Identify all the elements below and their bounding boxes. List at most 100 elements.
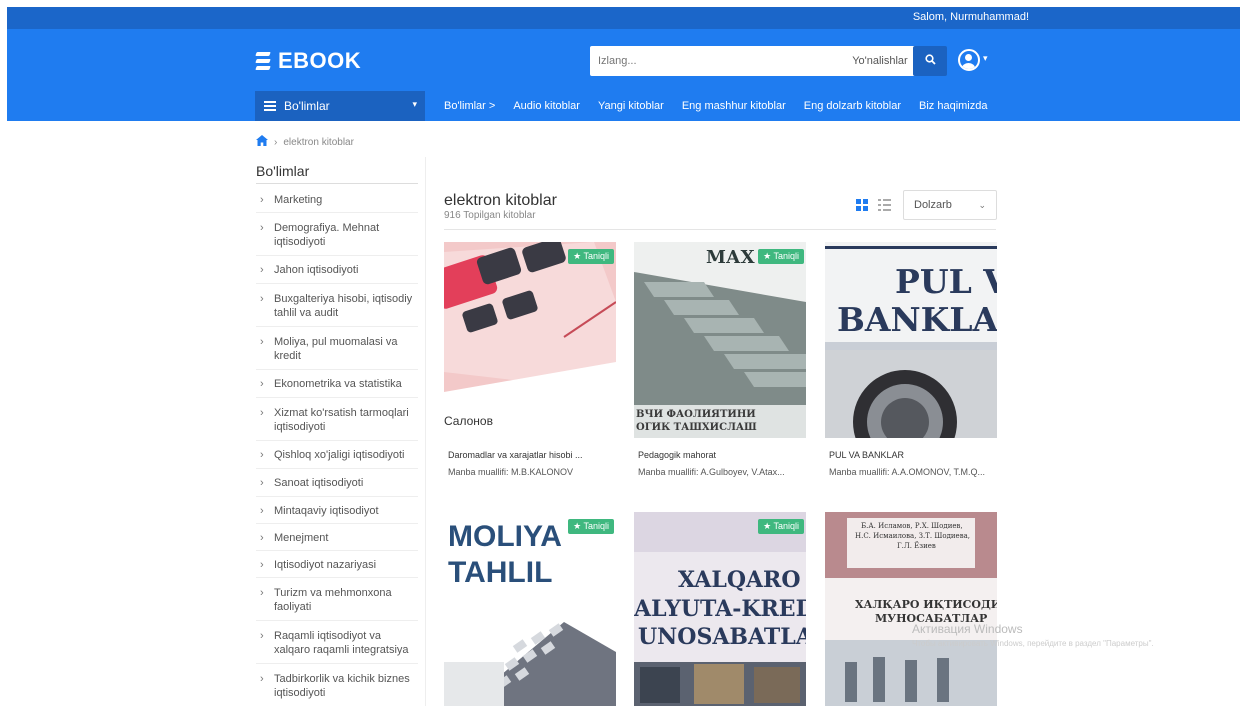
sidebar-item-buxgalteriya[interactable]: › Buxgalteriya hisobi, iqtisodiy tahlil v… (256, 284, 418, 327)
featured-badge: ★ Taniqli (758, 519, 804, 534)
category-select-label: Yo'nalishlar (852, 55, 908, 67)
sidebar-item-menejment[interactable]: › Menejment (256, 524, 418, 551)
cover-text: UNOSABATLA (638, 624, 806, 650)
sidebar-item-jahon[interactable]: › Jahon iqtisodiyoti (256, 256, 418, 284)
sidebar-item-label: Jahon iqtisodiyoti (274, 264, 359, 276)
grid-view-icon[interactable] (856, 199, 868, 211)
book-cover[interactable]: XALQARO ALYUTA-KRED UNOSABATLA ★ Taniqli (634, 512, 806, 706)
sidebar-title: Bo'limlar (256, 163, 418, 184)
chevron-right-icon: › (260, 264, 264, 276)
logo[interactable]: EBOOK (255, 48, 362, 74)
sidebar-item-raqamli[interactable]: › Raqamli iqtisodiyot va xalqaro raqamli … (256, 621, 418, 664)
sidebar-item-marketing[interactable]: › Marketing (256, 188, 418, 213)
chevron-right-icon: › (260, 222, 264, 234)
nav-item-popular[interactable]: Eng mashhur kitoblar (682, 100, 786, 112)
hamburger-icon (264, 101, 276, 111)
bolimlar-button-label: Bo'limlar (284, 99, 330, 113)
book-author: Manba muallifi: A.Gulboyev, V.Atax... (638, 467, 785, 477)
top-bar: Salom, Nurmuhammad! (7, 7, 1240, 29)
book-cover[interactable]: МАХ ВЧИ ФАОЛИЯТИНИ ОГИК ТАШХИСЛАШ ★ Tani… (634, 242, 806, 438)
sidebar-item-qishloq[interactable]: › Qishloq xo'jaligi iqtisodiyoti (256, 441, 418, 469)
sidebar-item-label: Mintaqaviy iqtisodiyot (274, 505, 379, 517)
cover-text: XALQARO (678, 567, 801, 593)
sort-select[interactable]: Dolzarb ⌄ (903, 190, 997, 220)
chevron-right-icon: › (260, 559, 264, 571)
sidebar-item-label: Xizmat ko'rsatish tarmoqlari iqtisodiyot… (274, 407, 409, 433)
sidebar-item-turizm[interactable]: › Turizm va mehmonxona faoliyati (256, 578, 418, 621)
search-box: Yo'nalishlar ⌄ (590, 46, 926, 76)
chevron-right-icon: › (260, 407, 264, 419)
book-title[interactable]: Pedagogik mahorat (638, 450, 806, 460)
user-menu-button[interactable]: ▾ (958, 49, 994, 73)
sidebar-item-label: Demografiya. Mehnat iqtisodiyoti (274, 222, 380, 248)
book-cover[interactable]: Б.А. Исламов, Р.Х. Шодиев, Н.С. Исмаилов… (825, 512, 997, 706)
content-divider (425, 157, 426, 706)
chevron-right-icon: › (260, 532, 264, 544)
badge-label: Taniqli (773, 251, 799, 261)
sidebar-item-label: Iqtisodiyot nazariyasi (274, 559, 377, 571)
book-author: Manba muallifi: M.B.KALONOV (448, 467, 574, 477)
nav-item-new[interactable]: Yangi kitoblar (598, 100, 664, 112)
badge-label: Taniqli (773, 521, 799, 531)
sidebar-item-demografiya[interactable]: › Demografiya. Mehnat iqtisodiyoti (256, 213, 418, 256)
nav-item-about[interactable]: Biz haqimizda (919, 100, 987, 112)
page-title: elektron kitoblar (444, 192, 557, 209)
book-cover[interactable]: Салонов ★ Taniqli (444, 242, 616, 438)
windows-activation-hint: Чтобы активировать Windows, перейдите в … (912, 639, 1154, 648)
featured-badge: ★ Taniqli (758, 249, 804, 264)
sidebar-item-ekonometrika[interactable]: › Ekonometrika va statistika (256, 370, 418, 398)
chevron-right-icon: › (260, 505, 264, 517)
sidebar-item-label: Menejment (274, 532, 329, 544)
star-icon: ★ (573, 251, 582, 261)
chevron-right-icon: › (260, 587, 264, 599)
book-author: Manba muallifi: A.A.OMONOV, T.M.Q... (829, 467, 986, 477)
bolimlar-menu-button[interactable]: Bo'limlar ▾ (255, 91, 425, 121)
sidebar: Bo'limlar › Marketing › Demografiya. Mehna… (256, 163, 418, 706)
chevron-right-icon: › (260, 630, 264, 642)
badge-label: Taniqli (583, 251, 609, 261)
list-view-icon[interactable] (878, 199, 891, 211)
cover-text: Н.С. Исмаилова, З.Т. Шодиева, (855, 532, 971, 540)
book-title[interactable]: Daromadlar va xarajatlar hisobi ... (448, 450, 616, 460)
main-nav: Bo'limlar > Audio kitoblar Yangi kitobla… (444, 91, 1005, 121)
chevron-down-icon: ▾ (412, 99, 417, 109)
user-icon (958, 49, 980, 71)
cover-text: MOLIYA (448, 520, 562, 553)
sidebar-item-sanoat[interactable]: › Sanoat iqtisodiyoti (256, 469, 418, 497)
sidebar-item-label: Marketing (274, 194, 323, 206)
cover-text: Г.Л. Ёзиев (897, 542, 936, 550)
search-button[interactable] (913, 46, 947, 76)
sidebar-item-xizmat[interactable]: › Xizmat ko'rsatish tarmoqlari iqtisodiyo… (256, 398, 418, 441)
sidebar-item-moliya[interactable]: › Moliya, pul muomalasi va kredit (256, 327, 418, 370)
sidebar-item-tadbirkorlik[interactable]: › Tadbirkorlik va kichik biznes iqtisodiy… (256, 664, 418, 706)
category-select[interactable]: Yo'nalishlar ⌄ (852, 54, 920, 67)
cover-text: ВЧИ ФАОЛИЯТИНИ (636, 409, 756, 420)
sidebar-item-nazariya[interactable]: › Iqtisodiyot nazariyasi (256, 551, 418, 578)
chevron-right-icon: › (274, 136, 278, 148)
sidebar-item-label: Buxgalteriya hisobi, iqtisodiy tahlil va… (274, 293, 413, 319)
book-cover[interactable]: MOLIYA TAHLIL ★ Taniqli (444, 512, 616, 706)
logo-text: EBOOK (278, 48, 362, 73)
search-input[interactable] (598, 46, 818, 76)
book-title[interactable]: PUL VA BANKLAR (829, 450, 997, 460)
sidebar-item-label: Moliya, pul muomalasi va kredit (274, 336, 398, 362)
cover-text: BANKLA (837, 300, 997, 339)
chevron-right-icon: › (260, 293, 264, 305)
chevron-right-icon: › (260, 336, 264, 348)
chevron-right-icon: › (260, 194, 264, 206)
nav-item-bolimlar[interactable]: Bo'limlar > (444, 100, 495, 112)
chevron-down-icon: ▾ (983, 53, 988, 63)
sidebar-item-label: Qishloq xo'jaligi iqtisodiyoti (274, 449, 405, 461)
sidebar-item-mintaqaviy[interactable]: › Mintaqaviy iqtisodiyot (256, 497, 418, 524)
cover-text: МАХ (706, 247, 755, 268)
header: EBOOK Yo'nalishlar ⌄ ▾ Bo'limlar ▾ Bo'li… (7, 29, 1240, 121)
sidebar-item-label: Ekonometrika va statistika (274, 378, 402, 390)
nav-item-trending[interactable]: Eng dolzarb kitoblar (804, 100, 901, 112)
book-cover[interactable]: PUL V BANKLA (825, 242, 997, 438)
featured-badge: ★ Taniqli (568, 519, 614, 534)
chevron-right-icon: › (260, 673, 264, 685)
nav-item-audio[interactable]: Audio kitoblar (513, 100, 580, 112)
cover-text: ALYUTA-KRED (634, 596, 806, 622)
cover-text: PUL V (895, 262, 997, 301)
home-icon[interactable] (256, 135, 268, 149)
